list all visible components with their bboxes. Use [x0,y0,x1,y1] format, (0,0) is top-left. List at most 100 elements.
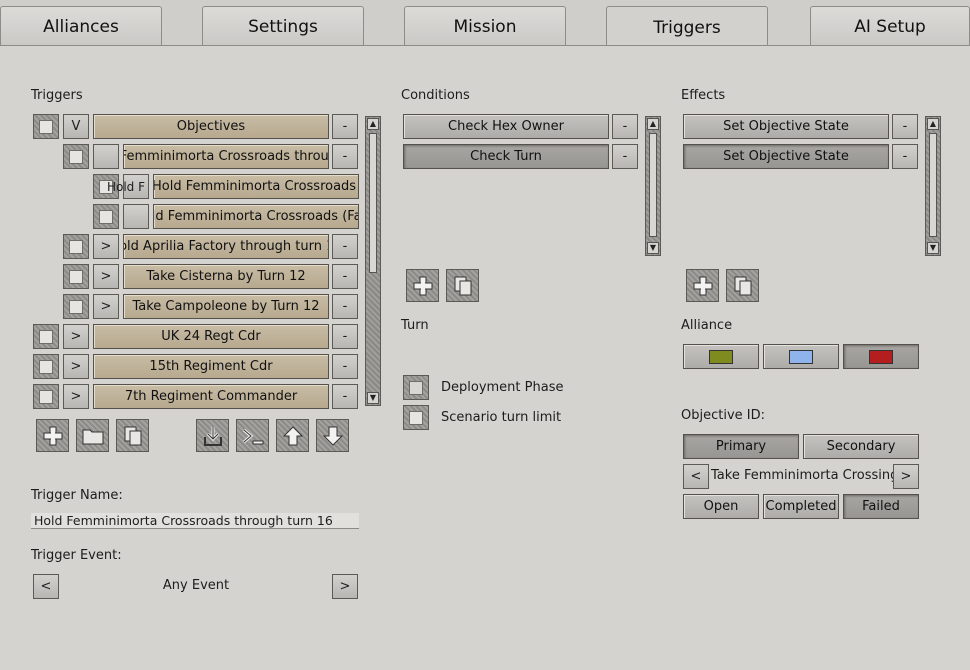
secondary-button[interactable]: Secondary [803,434,919,459]
trigger-row[interactable]: Take Cisterna by Turn 12 [123,264,329,289]
expand-toggle[interactable]: V [63,114,89,139]
trigger-checkbox[interactable] [63,234,89,259]
scroll-down-icon[interactable]: ▼ [647,242,659,254]
alliance-1-button[interactable] [683,344,759,369]
trigger-name-input[interactable]: Hold Femminimorta Crossroads through tur… [31,513,359,529]
tab-label: Mission [453,16,517,37]
remove-trigger-button[interactable]: - [332,264,358,289]
primary-button[interactable]: Primary [683,434,799,459]
alliance-3-button[interactable] [843,344,919,369]
trigger-checkbox[interactable] [33,114,59,139]
remove-condition-button[interactable]: - [612,114,638,139]
alliance-3-swatch [869,349,893,364]
condition-item[interactable]: Check Hex Owner [403,114,609,139]
trigger-checkbox[interactable] [63,294,89,319]
objective-name: Take Femminimorta Crossing [711,468,899,483]
condition-item[interactable]: Check Turn [403,144,609,169]
scroll-thumb[interactable] [929,133,937,237]
expand-toggle[interactable]: > [63,354,89,379]
trigger-row[interactable]: 7th Regiment Commander [93,384,329,409]
tab-alliances[interactable]: Alliances [0,6,162,46]
effect-item[interactable]: Set Objective State [683,144,889,169]
trigger-row[interactable]: Hold Femminimorta Crossroads through tur… [153,174,359,199]
expand-toggle[interactable]: > [93,264,119,289]
scenario-turn-limit-label: Scenario turn limit [441,410,562,425]
effect-item[interactable]: Set Objective State [683,114,889,139]
scenario-turn-limit-checkbox[interactable] [403,405,429,430]
effects-scrollbar[interactable]: ▲ ▼ [925,116,941,256]
remove-effect-button[interactable]: - [892,114,918,139]
tab-mission[interactable]: Mission [404,6,566,46]
console-button[interactable] [236,419,269,452]
trigger-checkbox[interactable] [33,354,59,379]
copy-effect-button[interactable] [726,269,759,302]
trigger-checkbox[interactable] [93,204,119,229]
objective-prev-button[interactable]: < [683,464,709,489]
scroll-up-icon[interactable]: ▲ [647,118,659,130]
trigger-event-prev-button[interactable]: < [33,574,59,599]
remove-effect-button[interactable]: - [892,144,918,169]
trigger-row[interactable]: Take Campoleone by Turn 12 [123,294,329,319]
alliance-2-button[interactable] [763,344,839,369]
import-icon [203,426,222,446]
expand-toggle[interactable] [123,204,149,229]
trigger-row[interactable]: UK 24 Regt Cdr [93,324,329,349]
move-down-button[interactable] [316,419,349,452]
alliance-1-swatch [709,349,733,364]
remove-trigger-button[interactable]: - [332,324,358,349]
remove-trigger-button[interactable]: - [332,234,358,259]
trigger-row[interactable]: Hold Femminimorta Crossroads through tur… [123,144,329,169]
trigger-row[interactable]: Objectives [93,114,329,139]
effects-heading: Effects [681,88,726,103]
tab-ai-setup[interactable]: AI Setup [810,6,970,46]
objective-next-button[interactable]: > [893,464,919,489]
remove-trigger-button[interactable]: - [332,144,358,169]
trigger-checkbox[interactable] [63,264,89,289]
import-button[interactable] [196,419,229,452]
move-up-button[interactable] [276,419,309,452]
trigger-event-next-button[interactable]: > [332,574,358,599]
remove-trigger-button[interactable]: - [332,384,358,409]
scroll-down-icon[interactable]: ▼ [927,242,939,254]
trigger-row[interactable]: Hold Femminimorta Crossroads (Fail) [153,204,359,229]
remove-trigger-button[interactable]: - [332,114,358,139]
scroll-thumb[interactable] [649,133,657,237]
trigger-checkbox[interactable] [33,324,59,349]
deployment-phase-checkbox[interactable] [403,375,429,400]
scroll-down-icon[interactable]: ▼ [367,392,379,404]
trigger-row[interactable]: 15th Regiment Cdr [93,354,329,379]
expand-toggle[interactable]: > [63,324,89,349]
add-folder-button[interactable] [76,419,109,452]
scroll-up-icon[interactable]: ▲ [367,118,379,130]
copy-condition-button[interactable] [446,269,479,302]
state-completed-button[interactable]: Completed [763,494,839,519]
state-open-button[interactable]: Open [683,494,759,519]
expand-toggle[interactable]: > [63,384,89,409]
tab-triggers[interactable]: Triggers [606,6,768,48]
tab-settings[interactable]: Settings [202,6,364,46]
plus-icon [43,426,62,445]
trigger-name-label: Trigger Name: [31,488,123,503]
copy-trigger-button[interactable] [116,419,149,452]
remove-condition-button[interactable]: - [612,144,638,169]
remove-trigger-button[interactable]: - [332,354,358,379]
trigger-checkbox[interactable] [33,384,59,409]
expand-toggle[interactable]: > [93,234,119,259]
expand-toggle[interactable]: Hold F [107,174,149,199]
trigger-row-label: Hold Femminimorta Crossroads (Fail) [154,209,358,224]
overlay-text: Hold F [106,179,146,194]
triggers-scrollbar[interactable]: ▲ ▼ [365,116,381,406]
scroll-up-icon[interactable]: ▲ [927,118,939,130]
expand-toggle[interactable]: > [93,294,119,319]
add-condition-button[interactable] [406,269,439,302]
plus-icon [693,276,712,295]
expand-toggle[interactable] [93,144,119,169]
state-failed-button[interactable]: Failed [843,494,919,519]
trigger-row[interactable]: Hold Aprilia Factory through turn 16 [123,234,329,259]
add-effect-button[interactable] [686,269,719,302]
scroll-thumb[interactable] [369,133,377,273]
trigger-checkbox[interactable] [63,144,89,169]
remove-trigger-button[interactable]: - [332,294,358,319]
add-trigger-button[interactable] [36,419,69,452]
conditions-scrollbar[interactable]: ▲ ▼ [645,116,661,256]
